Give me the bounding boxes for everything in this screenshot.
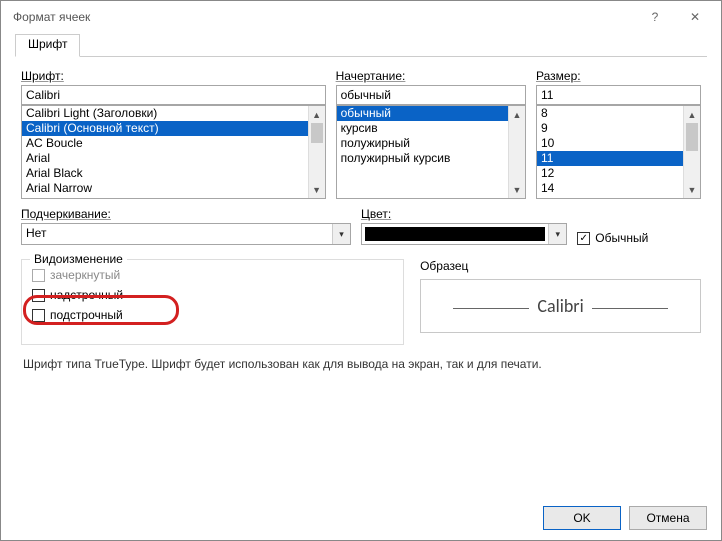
list-item[interactable]: полужирный курсив bbox=[337, 151, 525, 166]
underline-label: Подчеркивание: bbox=[21, 207, 351, 221]
font-input[interactable] bbox=[21, 85, 326, 105]
scroll-up-icon[interactable]: ▲ bbox=[509, 106, 525, 123]
font-label: Шрифт: bbox=[21, 69, 326, 83]
scroll-up-icon[interactable]: ▲ bbox=[684, 106, 700, 123]
font-scrollbar[interactable]: ▲ ▼ bbox=[308, 106, 325, 198]
list-item[interactable]: 8 bbox=[537, 106, 700, 121]
titlebar: Формат ячеек ? ✕ bbox=[1, 1, 721, 33]
underline-value: Нет bbox=[22, 224, 332, 244]
close-button[interactable]: ✕ bbox=[675, 3, 715, 31]
list-item[interactable]: 10 bbox=[537, 136, 700, 151]
underline-dropdown[interactable]: Нет ▾ bbox=[21, 223, 351, 245]
font-listbox[interactable]: Calibri Light (Заголовки)Calibri (Основн… bbox=[21, 105, 326, 199]
list-item[interactable]: Calibri (Основной текст) bbox=[22, 121, 325, 136]
scroll-thumb[interactable] bbox=[686, 123, 698, 151]
strike-label: зачеркнутый bbox=[50, 268, 120, 282]
size-label: Размер: bbox=[536, 69, 701, 83]
scroll-down-icon[interactable]: ▼ bbox=[509, 181, 525, 198]
scroll-thumb[interactable] bbox=[311, 123, 323, 143]
chevron-down-icon[interactable]: ▾ bbox=[548, 224, 566, 244]
font-description: Шрифт типа TrueType. Шрифт будет использ… bbox=[23, 357, 701, 371]
ok-button[interactable]: OK bbox=[543, 506, 621, 530]
style-input[interactable] bbox=[336, 85, 526, 105]
list-item[interactable]: 12 bbox=[537, 166, 700, 181]
tab-font[interactable]: Шрифт bbox=[15, 34, 80, 57]
scroll-up-icon[interactable]: ▲ bbox=[309, 106, 325, 123]
list-item[interactable]: 11 bbox=[537, 151, 700, 166]
effects-group: Видоизменение зачеркнутый надстрочный по… bbox=[21, 259, 404, 345]
checkbox-icon: ✓ bbox=[577, 232, 590, 245]
color-swatch bbox=[365, 227, 545, 241]
list-item[interactable]: Arial Black bbox=[22, 166, 325, 181]
dialog-footer: OK Отмена bbox=[1, 496, 721, 540]
list-item[interactable]: полужирный bbox=[337, 136, 525, 151]
scroll-down-icon[interactable]: ▼ bbox=[309, 181, 325, 198]
size-scrollbar[interactable]: ▲ ▼ bbox=[683, 106, 700, 198]
superscript-checkbox[interactable]: надстрочный bbox=[32, 288, 393, 302]
tabstrip: Шрифт bbox=[15, 33, 707, 57]
preview-label: Образец bbox=[420, 259, 701, 273]
superscript-label: надстрочный bbox=[50, 288, 123, 302]
list-item[interactable]: 14 bbox=[537, 181, 700, 196]
window-title: Формат ячеек bbox=[13, 10, 635, 24]
size-input[interactable] bbox=[536, 85, 701, 105]
style-label: Начертание: bbox=[336, 69, 526, 83]
list-item[interactable]: 9 bbox=[537, 121, 700, 136]
close-icon: ✕ bbox=[690, 10, 700, 24]
strike-checkbox[interactable]: зачеркнутый bbox=[32, 268, 393, 282]
format-cells-dialog: Формат ячеек ? ✕ Шрифт Шрифт: Calibri Li… bbox=[0, 0, 722, 541]
style-scrollbar[interactable]: ▲ ▼ bbox=[508, 106, 525, 198]
help-button[interactable]: ? bbox=[635, 3, 675, 31]
checkbox-icon bbox=[32, 289, 45, 302]
list-item[interactable]: AC Boucle bbox=[22, 136, 325, 151]
color-label: Цвет: bbox=[361, 207, 567, 221]
size-listbox[interactable]: 8910111214 ▲ ▼ bbox=[536, 105, 701, 199]
preview-box: Calibri bbox=[420, 279, 701, 333]
cancel-button[interactable]: Отмена bbox=[629, 506, 707, 530]
style-listbox[interactable]: обычныйкурсивполужирныйполужирный курсив… bbox=[336, 105, 526, 199]
color-dropdown[interactable]: ▾ bbox=[361, 223, 567, 245]
effects-legend: Видоизменение bbox=[30, 252, 127, 266]
scroll-down-icon[interactable]: ▼ bbox=[684, 181, 700, 198]
chevron-down-icon[interactable]: ▾ bbox=[332, 224, 350, 244]
list-item[interactable]: обычный bbox=[337, 106, 525, 121]
list-item[interactable]: Arial bbox=[22, 151, 325, 166]
tab-content: Шрифт: Calibri Light (Заголовки)Calibri … bbox=[15, 57, 707, 488]
normal-font-label: Обычный bbox=[595, 231, 648, 245]
list-item[interactable]: курсив bbox=[337, 121, 525, 136]
normal-font-checkbox[interactable]: ✓ Обычный bbox=[577, 231, 701, 245]
list-item[interactable]: Calibri Light (Заголовки) bbox=[22, 106, 325, 121]
preview-text: Calibri bbox=[537, 295, 583, 317]
color-value bbox=[362, 224, 548, 244]
checkbox-icon bbox=[32, 309, 45, 322]
checkbox-icon bbox=[32, 269, 45, 282]
subscript-label: подстрочный bbox=[50, 308, 123, 322]
list-item[interactable]: Arial Narrow bbox=[22, 181, 325, 196]
subscript-checkbox[interactable]: подстрочный bbox=[32, 308, 393, 322]
